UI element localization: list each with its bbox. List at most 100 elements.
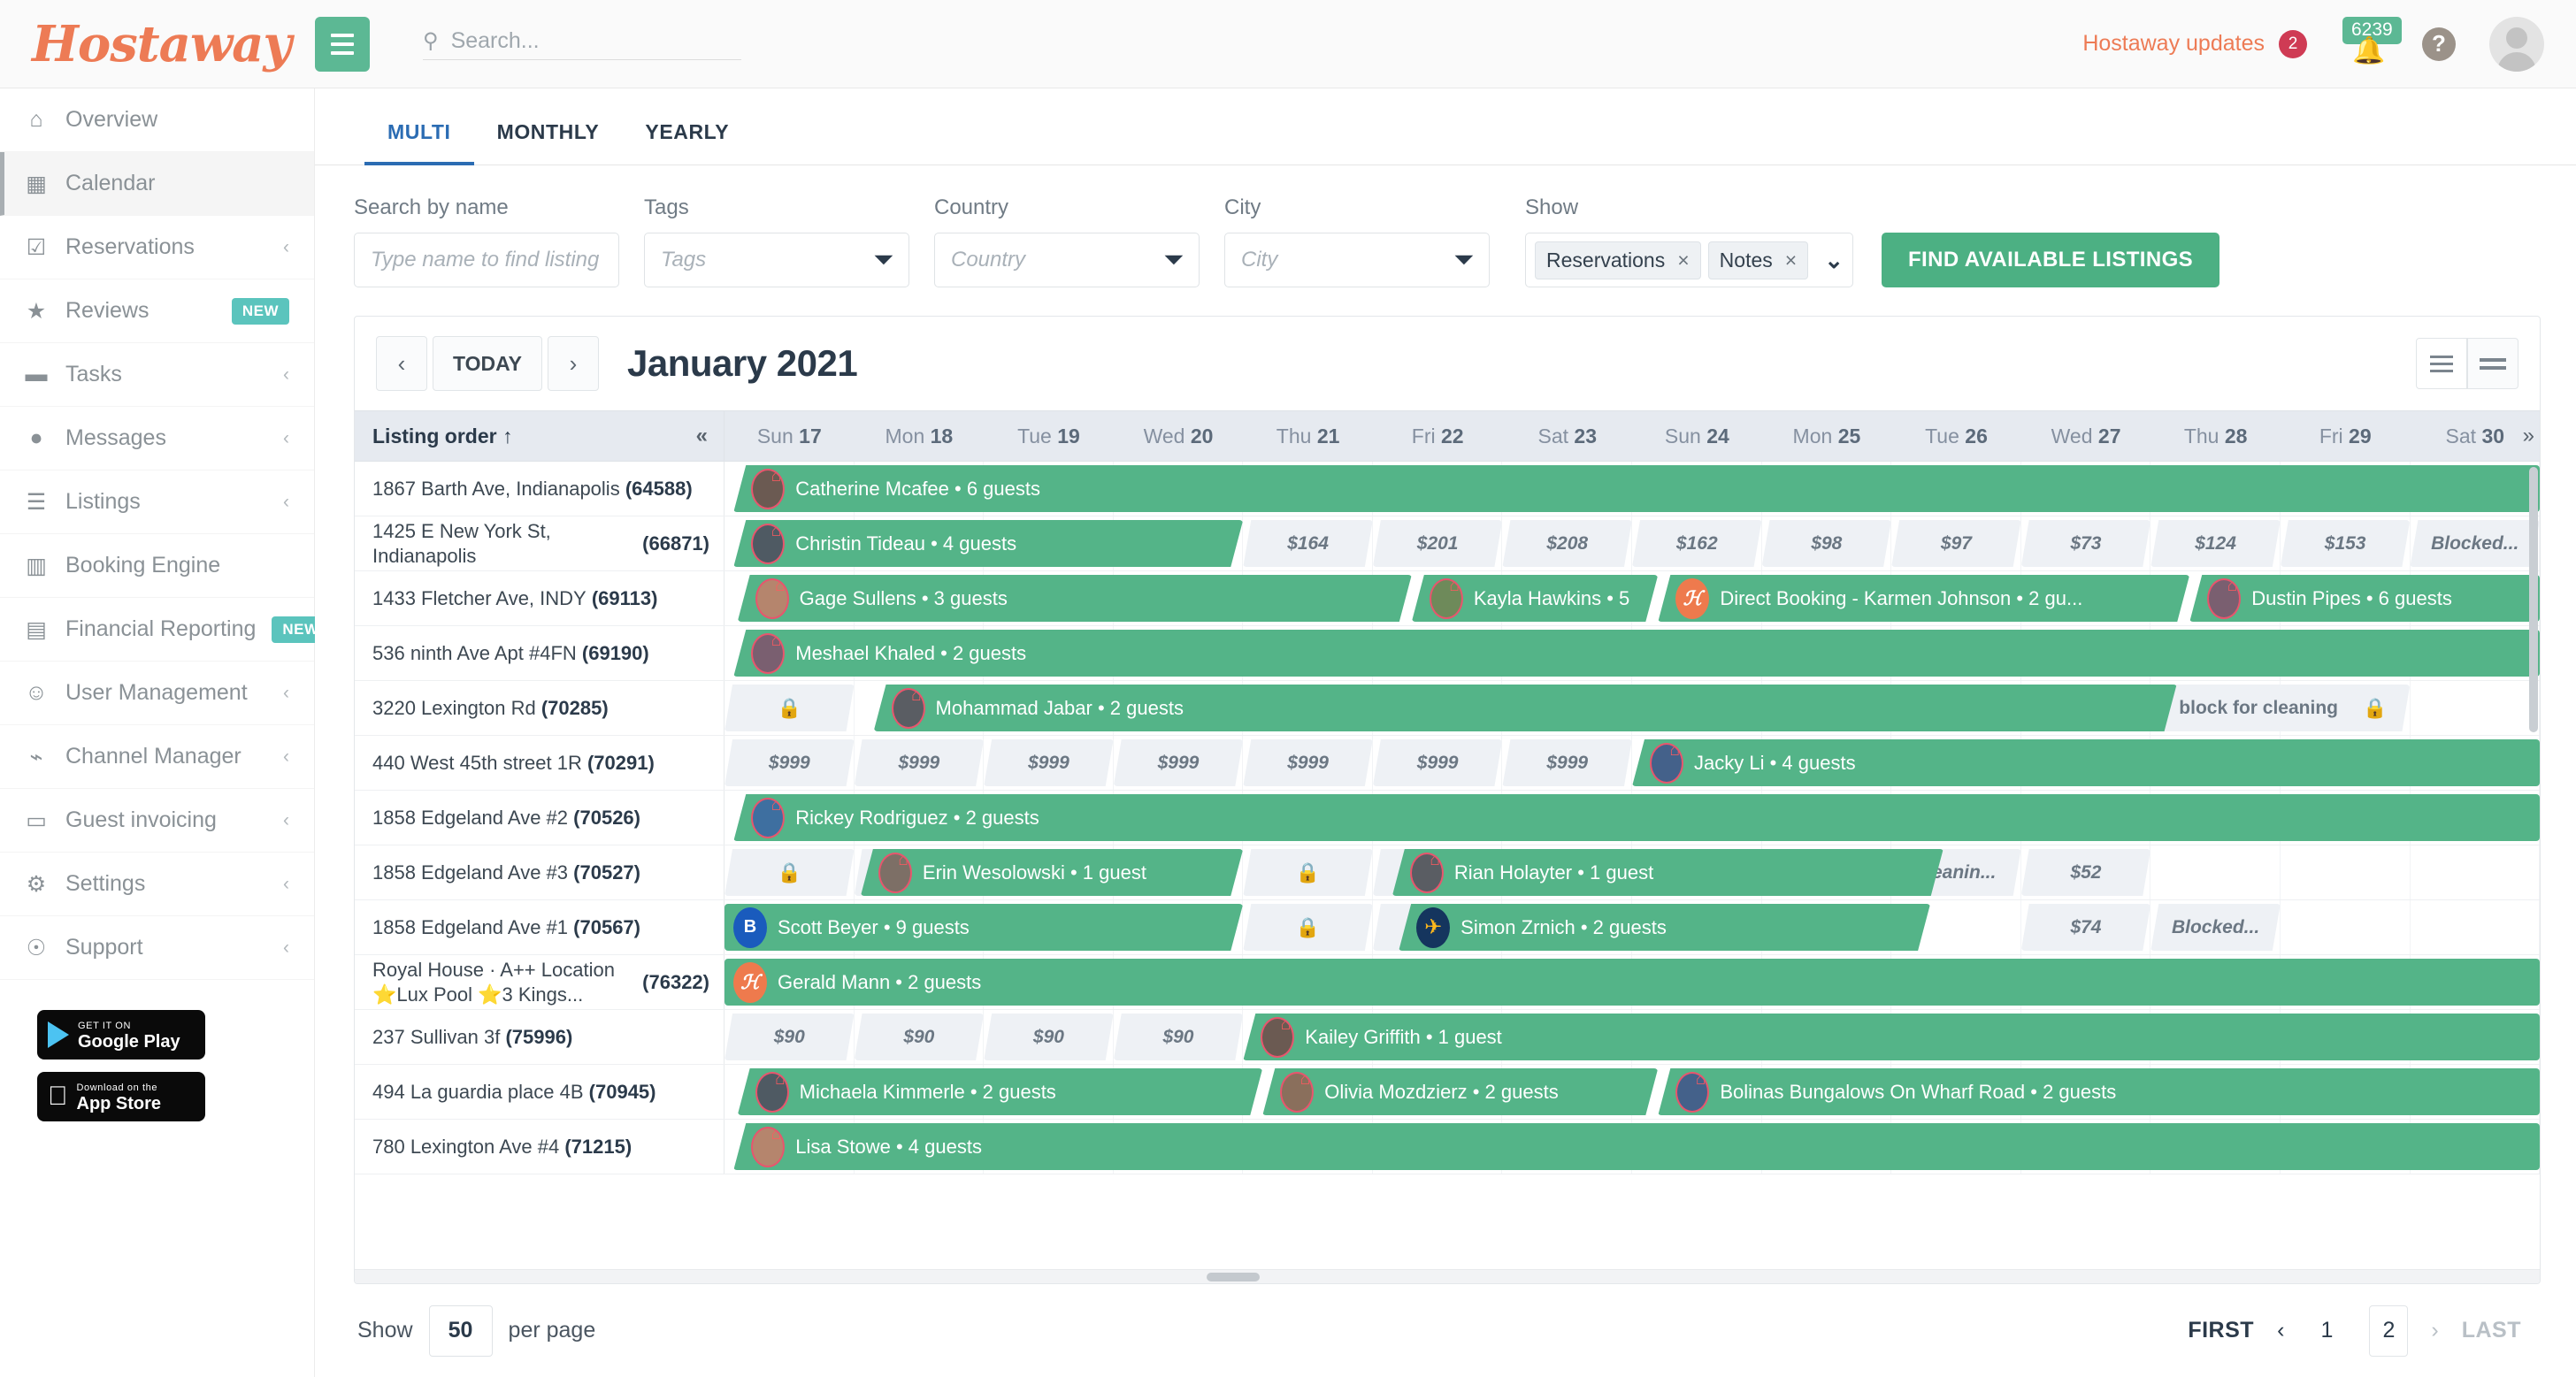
rate-cell[interactable]: $74 bbox=[2021, 904, 2151, 951]
rate-cell[interactable]: $201 bbox=[1373, 520, 1503, 567]
show-chip-reservations[interactable]: Reservations × bbox=[1535, 241, 1701, 279]
next-period-button[interactable]: › bbox=[547, 336, 599, 391]
listing-name-cell[interactable]: 1858 Edgeland Ave #1 (70567) bbox=[355, 900, 724, 954]
pagination-next[interactable]: › bbox=[2431, 1318, 2438, 1343]
reservation-bar[interactable]: ℋ Gerald Mann • 2 guests bbox=[724, 959, 2540, 1006]
rate-cell[interactable]: $162 bbox=[1632, 520, 1762, 567]
sidebar-item-messages[interactable]: ● Messages ‹ bbox=[0, 407, 314, 470]
listing-name-cell[interactable]: 1425 E New York St, Indianapolis (66871) bbox=[355, 516, 724, 570]
find-available-listings-button[interactable]: FIND AVAILABLE LISTINGS bbox=[1882, 233, 2220, 287]
compact-view-button[interactable] bbox=[2416, 338, 2467, 389]
rate-cell[interactable]: $153 bbox=[2281, 520, 2411, 567]
reservation-bar[interactable]: Bolinas Bungalows On Wharf Road • 2 gues… bbox=[1658, 1068, 2540, 1115]
prev-period-button[interactable]: ‹ bbox=[376, 336, 427, 391]
reservation-bar[interactable]: Christin Tideau • 4 guests bbox=[733, 520, 1243, 567]
sidebar-item-guest-invoicing[interactable]: ▭ Guest invoicing ‹ bbox=[0, 789, 314, 853]
rate-cell[interactable]: $90 bbox=[984, 1014, 1114, 1060]
reservation-bar[interactable]: Catherine Mcafee • 6 guests bbox=[733, 465, 2540, 512]
reservation-bar[interactable]: ℋ Direct Booking - Karmen Johnson • 2 gu.… bbox=[1658, 575, 2189, 622]
sidebar-item-support[interactable]: ☉ Support ‹ bbox=[0, 916, 314, 980]
horizontal-scrollbar[interactable] bbox=[355, 1269, 2540, 1283]
show-chip-notes[interactable]: Notes × bbox=[1707, 241, 1809, 279]
remove-chip-icon[interactable]: × bbox=[1785, 249, 1797, 272]
reservation-bar[interactable]: Rickey Rodriguez • 2 guests bbox=[733, 794, 2540, 841]
sidebar-item-calendar[interactable]: ▦ Calendar bbox=[0, 152, 314, 216]
rate-cell[interactable]: $999 bbox=[1373, 739, 1503, 786]
rate-cell[interactable]: $90 bbox=[1114, 1014, 1244, 1060]
rate-cell[interactable]: $999 bbox=[855, 739, 985, 786]
vertical-scrollbar[interactable] bbox=[2529, 467, 2538, 732]
tab-yearly[interactable]: YEARLY bbox=[622, 108, 752, 165]
rate-cell[interactable]: $90 bbox=[855, 1014, 985, 1060]
help-button[interactable]: ? bbox=[2422, 27, 2456, 61]
rate-cell[interactable]: $98 bbox=[1762, 520, 1892, 567]
listing-name-cell[interactable]: 1858 Edgeland Ave #2 (70526) bbox=[355, 791, 724, 845]
collapse-left-icon[interactable]: « bbox=[696, 424, 708, 448]
app-store-badge[interactable]:  Download on the App Store bbox=[37, 1072, 205, 1121]
listing-name-cell[interactable]: 1433 Fletcher Ave, INDY (69113) bbox=[355, 571, 724, 625]
city-select[interactable]: City ⏷ bbox=[1224, 233, 1490, 287]
reservation-bar[interactable]: Rian Holayter • 1 guest bbox=[1392, 849, 1944, 896]
rate-cell[interactable]: $52 bbox=[2021, 849, 2151, 896]
reservation-bar[interactable]: Lisa Stowe • 4 guests bbox=[733, 1123, 2540, 1170]
sidebar-item-booking-engine[interactable]: ▥ Booking Engine bbox=[0, 534, 314, 598]
google-play-badge[interactable]: GET IT ON Google Play bbox=[37, 1010, 205, 1060]
tags-select[interactable]: Tags ⏷ bbox=[644, 233, 909, 287]
reservation-bar[interactable]: Kayla Hawkins • 5 bbox=[1412, 575, 1658, 622]
listing-name-cell[interactable]: Royal House · A++ Location ⭐Lux Pool ⭐3 … bbox=[355, 955, 724, 1009]
rate-cell[interactable]: $999 bbox=[1502, 739, 1632, 786]
blocked-day-cell[interactable]: 🔒 bbox=[1243, 849, 1373, 896]
tab-multi[interactable]: MULTI bbox=[364, 108, 474, 165]
reservation-bar[interactable]: Jacky Li • 4 guests bbox=[1632, 739, 2540, 786]
rate-cell[interactable]: $73 bbox=[2021, 520, 2151, 567]
app-logo[interactable]: Hostaway bbox=[0, 19, 315, 69]
hostaway-updates-link[interactable]: Hostaway updates 2 bbox=[2082, 29, 2307, 58]
rate-cell[interactable]: $999 bbox=[1243, 739, 1373, 786]
reservation-bar[interactable]: Erin Wesolowski • 1 guest bbox=[861, 849, 1243, 896]
reservation-bar[interactable]: Dustin Pipes • 6 guests bbox=[2189, 575, 2540, 622]
listing-name-cell[interactable]: 536 ninth Ave Apt #4FN (69190) bbox=[355, 626, 724, 680]
listing-name-cell[interactable]: 237 Sullivan 3f (75996) bbox=[355, 1010, 724, 1064]
sidebar-item-listings[interactable]: ☰ Listings ‹ bbox=[0, 470, 314, 534]
rate-cell[interactable]: $124 bbox=[2150, 520, 2281, 567]
reservation-bar[interactable]: Michaela Kimmerle • 2 guests bbox=[738, 1068, 1263, 1115]
rate-cell[interactable]: $90 bbox=[724, 1014, 855, 1060]
rate-cell[interactable]: $97 bbox=[1891, 520, 2021, 567]
listing-name-cell[interactable]: 494 La guardia place 4B (70945) bbox=[355, 1065, 724, 1119]
pagination-page-1[interactable]: 1 bbox=[2307, 1305, 2346, 1357]
sidebar-item-reservations[interactable]: ☑ Reservations ‹ bbox=[0, 216, 314, 279]
search-by-name-input[interactable]: Type name to find listing bbox=[354, 233, 619, 287]
listing-name-cell[interactable]: 1867 Barth Ave, Indianapolis (64588) bbox=[355, 462, 724, 516]
listing-name-cell[interactable]: 780 Lexington Ave #4 (71215) bbox=[355, 1120, 724, 1174]
reservation-bar[interactable]: B Scott Beyer • 9 guests bbox=[724, 904, 1243, 951]
sidebar-item-user-management[interactable]: ☺ User Management ‹ bbox=[0, 662, 314, 725]
tab-monthly[interactable]: MONTHLY bbox=[474, 108, 623, 165]
listing-order-header[interactable]: Listing order ↑ « bbox=[355, 411, 724, 461]
listing-name-cell[interactable]: 3220 Lexington Rd (70285) bbox=[355, 681, 724, 735]
rate-cell[interactable]: $164 bbox=[1243, 520, 1373, 567]
listing-name-cell[interactable]: 1858 Edgeland Ave #3 (70527) bbox=[355, 845, 724, 899]
rate-cell[interactable]: block for cleaning 🔒 bbox=[2150, 685, 2410, 731]
global-search[interactable]: ⚲ bbox=[423, 27, 741, 60]
rate-cell[interactable]: Blocked... bbox=[2410, 520, 2540, 567]
horizontal-scrollbar-thumb[interactable] bbox=[1207, 1273, 1261, 1281]
pagination-first[interactable]: FIRST bbox=[2188, 1318, 2254, 1343]
blocked-day-cell[interactable]: 🔒 bbox=[724, 849, 855, 896]
rate-cell[interactable]: Blocked... bbox=[2150, 904, 2281, 951]
blocked-day-cell[interactable]: 🔒 bbox=[1243, 904, 1373, 951]
rate-cell[interactable]: $999 bbox=[724, 739, 855, 786]
country-select[interactable]: Country ⏷ bbox=[934, 233, 1200, 287]
per-page-input[interactable]: 50 bbox=[428, 1304, 493, 1357]
sidebar-item-channel-manager[interactable]: ⌁ Channel Manager ‹ bbox=[0, 725, 314, 789]
reservation-bar[interactable]: Olivia Mozdzierz • 2 guests bbox=[1262, 1068, 1658, 1115]
pagination-prev[interactable]: ‹ bbox=[2277, 1318, 2284, 1343]
rate-cell[interactable]: $208 bbox=[1502, 520, 1632, 567]
notifications-button[interactable]: 6239 🔔 bbox=[2341, 16, 2402, 68]
chevron-down-icon[interactable]: ⌄ bbox=[1824, 247, 1844, 274]
today-button[interactable]: TODAY bbox=[433, 336, 542, 391]
sidebar-item-financial-reporting[interactable]: ▤ Financial Reporting NEW bbox=[0, 598, 330, 662]
reservation-bar[interactable]: Meshael Khaled • 2 guests bbox=[733, 630, 2540, 677]
search-input[interactable] bbox=[450, 27, 741, 54]
sidebar-item-reviews[interactable]: ★ Reviews NEW bbox=[0, 279, 314, 343]
sidebar-item-overview[interactable]: ⌂ Overview bbox=[0, 88, 314, 152]
